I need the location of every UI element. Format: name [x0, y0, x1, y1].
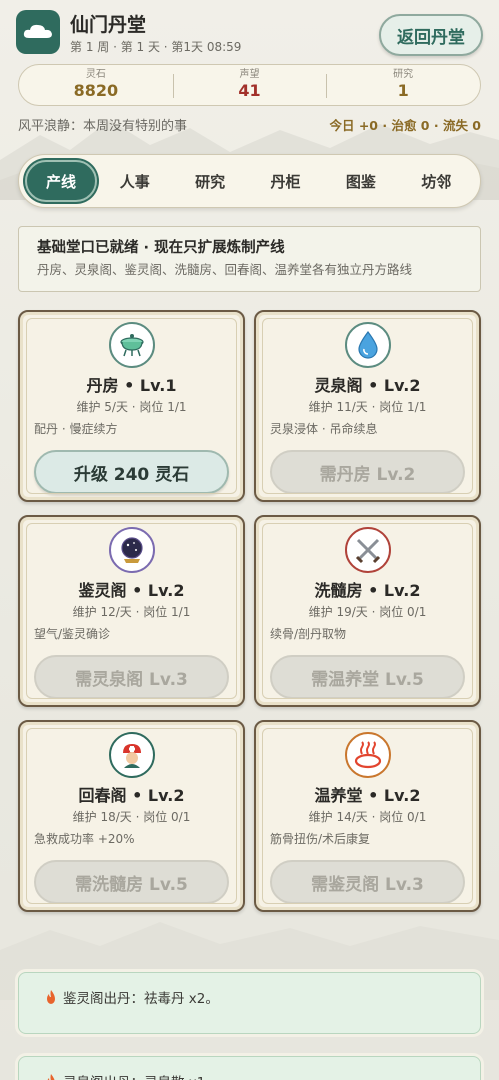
- building-desc: 灵泉浸体 · 吊命续息: [270, 422, 378, 436]
- fire-icon: [47, 990, 55, 1004]
- building-desc: 筋骨扭伤/术后康复: [270, 832, 371, 846]
- rescuer-icon: [108, 732, 155, 778]
- tab-research[interactable]: 研究: [172, 160, 247, 202]
- page-title: 仙门丹堂: [70, 14, 147, 36]
- building-meta: 维护 5/天 · 岗位 1/1: [76, 400, 187, 414]
- building-name: 洗髓房 • Lv.2: [314, 581, 421, 600]
- stat-label: 声望: [239, 69, 260, 80]
- daily-summary-text: 今日 +0 · 治愈 0 · 流失 0: [329, 118, 481, 133]
- crystal-ball-icon: [108, 527, 155, 573]
- locked-requirement-button[interactable]: 需洗髓房 Lv.5: [34, 860, 229, 904]
- building-name: 鉴灵阁 • Lv.2: [78, 581, 185, 600]
- building-name: 温养堂 • Lv.2: [314, 786, 421, 805]
- stat-value: 8820: [73, 81, 119, 100]
- water-drop-icon: [344, 322, 391, 368]
- weekly-event-text: 风平浪静：本周没有特别的事: [18, 119, 188, 134]
- building-desc: 急救成功率 +20%: [34, 832, 135, 846]
- tab-personnel[interactable]: 人事: [97, 160, 172, 202]
- locked-requirement-button[interactable]: 需鉴灵阁 Lv.3: [270, 860, 465, 904]
- status-line: 风平浪静：本周没有特别的事 今日 +0 · 治愈 0 · 流失 0: [18, 115, 481, 134]
- stat-label: 灵石: [85, 69, 106, 80]
- building-card-nurture-hall: 温养堂 • Lv.2 维护 14/天 · 岗位 0/1 筋骨扭伤/术后康复 需鉴…: [254, 720, 481, 912]
- cloud-logo-icon: [16, 10, 60, 54]
- building-card-marrow-room: 洗髓房 • Lv.2 维护 19/天 · 岗位 0/1 续骨/剖丹取物 需温养堂…: [254, 515, 481, 707]
- tab-neighbors[interactable]: 坊邻: [399, 160, 474, 202]
- building-meta: 维护 18/天 · 岗位 0/1: [72, 810, 191, 824]
- tab-codex[interactable]: 图鉴: [323, 160, 398, 202]
- stat-reputation: 声望 41: [172, 65, 327, 105]
- tab-bar: 产线 人事 研究 丹柜 图鉴 坊邻: [18, 154, 481, 208]
- locked-requirement-button[interactable]: 需灵泉阁 Lv.3: [34, 655, 229, 699]
- date-time-subtitle: 第 1 周 · 第 1 天 · 第1天 08:59: [70, 40, 242, 54]
- log-text: 灵泉阁出丹：灵泉散 x1: [63, 1071, 205, 1080]
- building-name: 回春阁 • Lv.2: [78, 786, 185, 805]
- building-name: 灵泉阁 • Lv.2: [314, 376, 421, 395]
- stat-value: 1: [397, 81, 409, 100]
- notice-subtitle: 丹房、灵泉阁、鉴灵阁、洗髓房、回春阁、温养堂各有独立丹方路线: [37, 262, 413, 277]
- building-desc: 续骨/剖丹取物: [270, 627, 347, 641]
- stat-label: 研究: [393, 69, 414, 80]
- building-meta: 维护 14/天 · 岗位 0/1: [308, 810, 427, 824]
- tab-production[interactable]: 产线: [25, 160, 97, 202]
- crossed-swords-icon: [344, 527, 391, 573]
- log-text: 鉴灵阁出丹：祛毒丹 x2。: [63, 991, 219, 1007]
- building-card-appraisal-pavilion: 鉴灵阁 • Lv.2 维护 12/天 · 岗位 1/1 望气/鉴灵确诊 需灵泉阁…: [18, 515, 245, 707]
- building-meta: 维护 11/天 · 岗位 1/1: [308, 400, 427, 414]
- building-desc: 望气/鉴灵确诊: [34, 627, 111, 641]
- tab-pill-cabinet[interactable]: 丹柜: [248, 160, 323, 202]
- building-name: 丹房 • Lv.1: [86, 376, 177, 395]
- hot-spring-icon: [344, 732, 391, 778]
- production-notice: 基础堂口已就绪 · 现在只扩展炼制产线 丹房、灵泉阁、鉴灵阁、洗髓房、回春阁、温…: [18, 226, 481, 292]
- log-entry: 鉴灵阁出丹：祛毒丹 x2。: [18, 972, 481, 1034]
- stat-spirit-stone: 灵石 8820: [19, 65, 173, 105]
- building-card-pill-room: 丹房 • Lv.1 维护 5/天 · 岗位 1/1 配丹 · 慢症续方 升级 2…: [18, 310, 245, 502]
- cauldron-icon: [108, 322, 155, 368]
- fire-icon: [47, 1074, 55, 1080]
- building-card-rejuvenation-pavilion: 回春阁 • Lv.2 维护 18/天 · 岗位 0/1 急救成功率 +20% 需…: [18, 720, 245, 912]
- building-meta: 维护 19/天 · 岗位 0/1: [308, 605, 427, 619]
- locked-requirement-button[interactable]: 需丹房 Lv.2: [270, 450, 465, 494]
- upgrade-button[interactable]: 升级 240 灵石: [34, 450, 229, 494]
- building-desc: 配丹 · 慢症续方: [34, 422, 118, 436]
- building-card-spring-pavilion: 灵泉阁 • Lv.2 维护 11/天 · 岗位 1/1 灵泉浸体 · 吊命续息 …: [254, 310, 481, 502]
- resource-stats-bar: 灵石 8820 声望 41 研究 1: [18, 64, 481, 106]
- stat-research: 研究 1: [326, 65, 480, 105]
- header: 仙门丹堂 第 1 周 · 第 1 天 · 第1天 08:59 返回丹堂: [0, 0, 499, 62]
- back-to-hall-button[interactable]: 返回丹堂: [379, 14, 483, 56]
- log-entry: 灵泉阁出丹：灵泉散 x1: [18, 1056, 481, 1080]
- building-meta: 维护 12/天 · 岗位 1/1: [72, 605, 191, 619]
- stat-value: 41: [238, 81, 261, 100]
- locked-requirement-button[interactable]: 需温养堂 Lv.5: [270, 655, 465, 699]
- notice-title: 基础堂口已就绪 · 现在只扩展炼制产线: [37, 240, 285, 256]
